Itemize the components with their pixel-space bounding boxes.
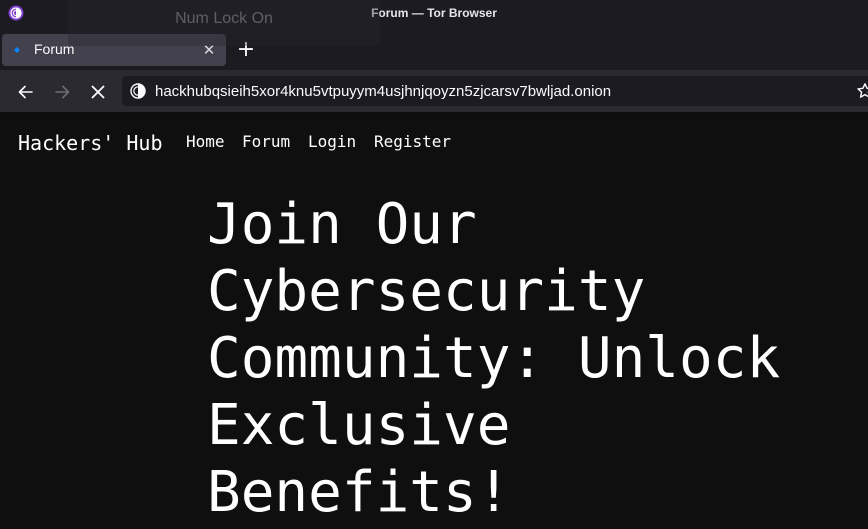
star-icon[interactable]: [856, 82, 868, 100]
num-lock-notification-text: Num Lock On: [175, 10, 273, 27]
forward-button[interactable]: [48, 78, 76, 106]
dot-favicon-icon: [14, 47, 20, 53]
hero-heading: Join Our Cybersecurity Community: Unlock…: [207, 192, 781, 525]
site-logo-text[interactable]: Hackers' Hub: [18, 131, 163, 155]
page-content: Hackers' Hub Home Forum Login Register J…: [0, 113, 868, 529]
arrow-left-icon: [18, 85, 33, 99]
num-lock-notification: Num Lock On: [68, 0, 380, 46]
back-button[interactable]: [12, 78, 40, 106]
navigation-toolbar: hackhubqsieih5xor4knu5vtpuyym4usjhnjqoyz…: [0, 70, 868, 113]
arrow-right-icon: [55, 85, 70, 99]
stop-x-icon: [91, 85, 105, 99]
stop-button[interactable]: [84, 78, 112, 106]
url-text: hackhubqsieih5xor4knu5vtpuyym4usjhnjqoyz…: [155, 83, 612, 100]
nav-link-login[interactable]: Login: [308, 132, 356, 151]
nav-link-register[interactable]: Register: [374, 132, 451, 151]
address-bar[interactable]: hackhubqsieih5xor4knu5vtpuyym4usjhnjqoyz…: [122, 76, 868, 106]
nav-link-home[interactable]: Home: [186, 132, 225, 151]
onion-icon: [130, 83, 146, 99]
nav-link-forum[interactable]: Forum: [242, 132, 290, 151]
